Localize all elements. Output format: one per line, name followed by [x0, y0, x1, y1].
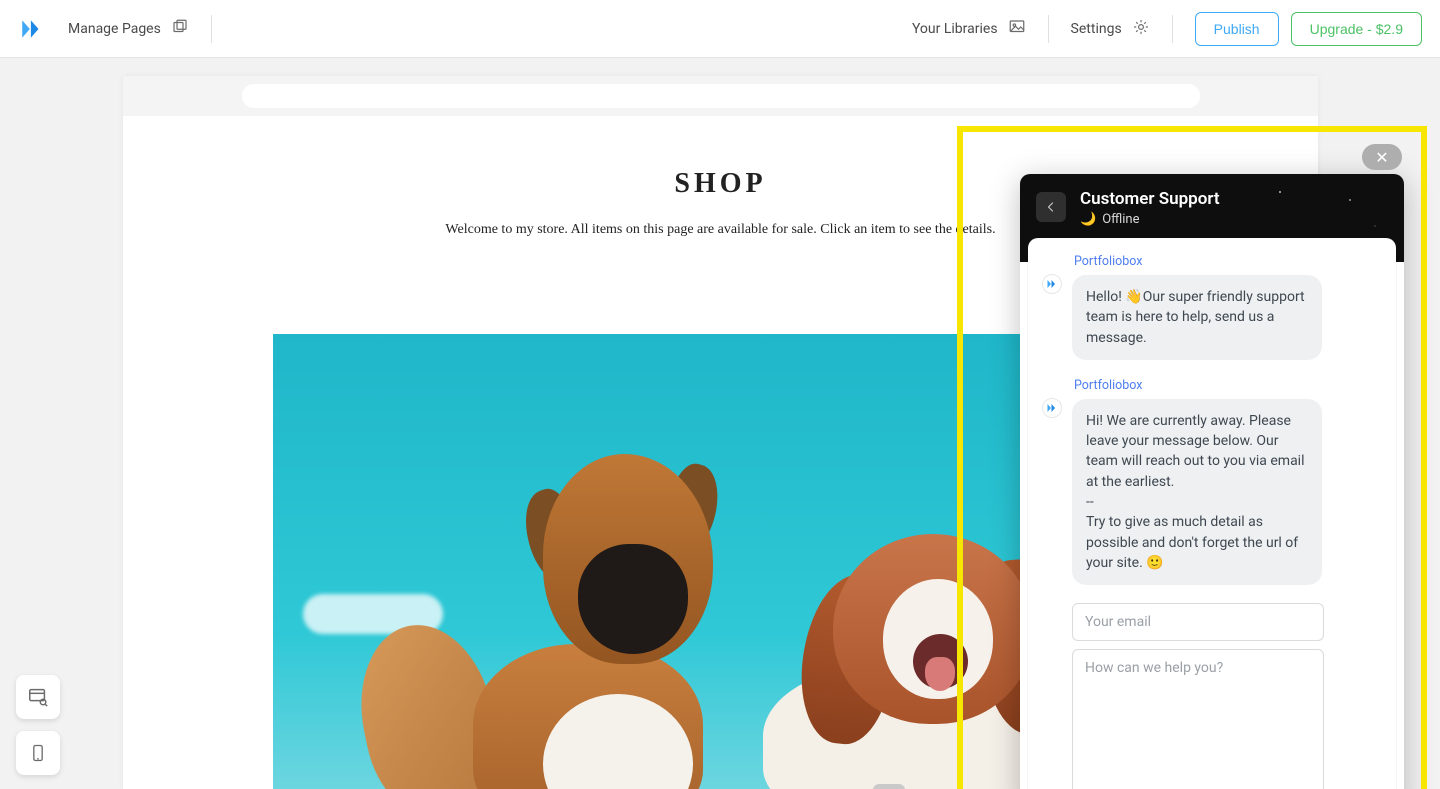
editor-canvas: SHOP Welcome to my store. All items on t… [0, 58, 1440, 789]
chat-form [1072, 603, 1382, 789]
chat-title: Customer Support [1080, 188, 1220, 210]
chat-message: Portfoliobox Hello! 👋Our super friendly … [1042, 254, 1382, 360]
top-bar: Manage Pages Your Libraries Settings Pub… [0, 0, 1440, 58]
image-dog-left [353, 394, 713, 789]
chat-status-text: Offline [1102, 212, 1139, 227]
chat-sender: Portfoliobox [1074, 254, 1382, 269]
your-libraries-label: Your Libraries [912, 21, 998, 37]
chat-avatar [1042, 274, 1062, 294]
divider [1048, 15, 1049, 43]
chat-status: 🌙 Offline [1080, 212, 1220, 227]
your-libraries-button[interactable]: Your Libraries [912, 18, 1026, 40]
chat-back-button[interactable] [1036, 192, 1066, 222]
chat-email-input[interactable] [1072, 603, 1324, 641]
app-logo[interactable] [18, 15, 46, 43]
logo-icon [1046, 278, 1058, 290]
chat-message: Portfoliobox Hi! We are currently away. … [1042, 378, 1382, 585]
publish-button[interactable]: Publish [1195, 12, 1279, 46]
chevron-left-icon [1045, 201, 1057, 213]
page-header-strip [123, 76, 1318, 116]
chat-avatar [1042, 398, 1062, 418]
divider [211, 15, 212, 43]
image-dog-right [673, 504, 1073, 789]
upgrade-label: Upgrade - $2.9 [1310, 21, 1403, 37]
divider [1172, 15, 1173, 43]
logo-icon [19, 16, 45, 42]
browser-search-icon [27, 686, 49, 708]
chat-body[interactable]: Portfoliobox Hello! 👋Our super friendly … [1028, 238, 1396, 789]
pages-stack-icon [171, 18, 189, 40]
close-icon: ✕ [1375, 148, 1388, 167]
settings-label: Settings [1071, 21, 1122, 37]
chat-bubble: Hello! 👋Our super friendly support team … [1072, 275, 1322, 360]
support-chat-widget: Customer Support 🌙 Offline Portfoliobox … [1020, 174, 1404, 789]
preview-search-button[interactable] [16, 675, 60, 719]
image-library-icon [1008, 18, 1026, 40]
manage-pages-label: Manage Pages [68, 21, 161, 37]
address-bar-placeholder[interactable] [242, 84, 1200, 108]
chat-message-input[interactable] [1072, 649, 1324, 789]
moon-icon: 🌙 [1080, 212, 1096, 227]
settings-button[interactable]: Settings [1071, 18, 1150, 40]
manage-pages-button[interactable]: Manage Pages [68, 18, 189, 40]
chat-close-button[interactable]: ✕ [1362, 144, 1402, 170]
mobile-icon [28, 743, 48, 763]
gear-icon [1132, 18, 1150, 40]
floating-view-tools [16, 675, 60, 775]
logo-icon [1046, 402, 1058, 414]
chat-bubble: Hi! We are currently away. Please leave … [1072, 399, 1322, 585]
chat-sender: Portfoliobox [1074, 378, 1382, 393]
mobile-preview-button[interactable] [16, 731, 60, 775]
publish-label: Publish [1214, 21, 1260, 37]
upgrade-button[interactable]: Upgrade - $2.9 [1291, 12, 1422, 46]
